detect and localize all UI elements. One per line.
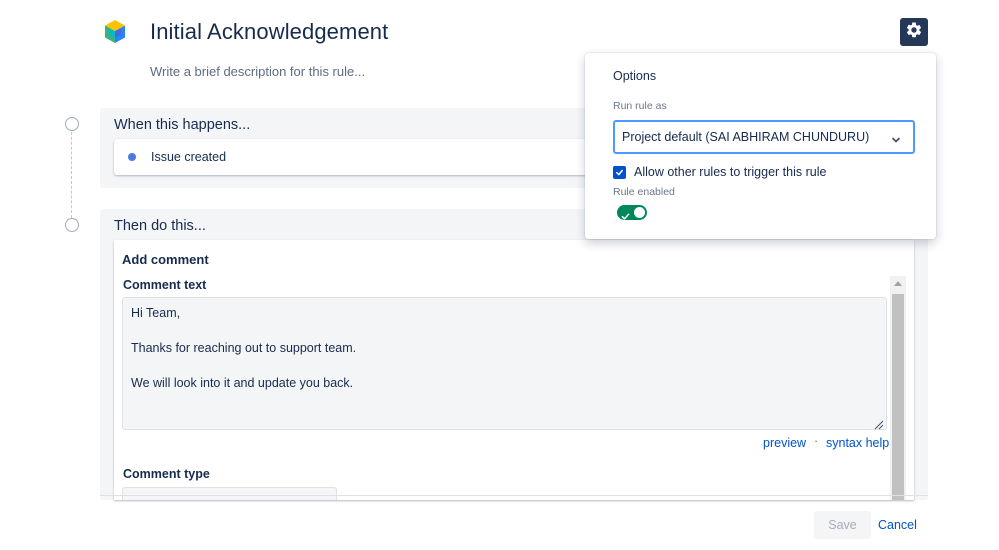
action-timeline-node: [65, 218, 79, 232]
action-scrollbar[interactable]: [890, 276, 906, 500]
comment-type-label: Comment type: [123, 467, 210, 481]
allow-trigger-label[interactable]: Allow other rules to trigger this rule: [634, 165, 826, 179]
toggle-check-icon: [621, 208, 630, 226]
rule-enabled-toggle[interactable]: [617, 205, 647, 220]
options-title: Options: [613, 69, 657, 83]
trigger-item-label: Issue created: [151, 150, 227, 164]
comment-line: Hi Team,: [131, 306, 181, 320]
checkmark-icon: [615, 164, 624, 182]
comment-text-label: Comment text: [123, 278, 207, 292]
preview-link[interactable]: preview: [763, 436, 806, 450]
save-button[interactable]: Save: [814, 511, 871, 539]
rule-options-button[interactable]: [900, 18, 928, 46]
trigger-timeline-node: [65, 117, 79, 131]
scroll-up-arrow-icon[interactable]: [894, 281, 902, 286]
action-section-title: Then do this...: [114, 218, 206, 234]
options-panel: Options Run rule as Project default (SAI…: [585, 53, 936, 239]
run-rule-as-select[interactable]: Project default (SAI ABHIRAM CHUNDURU): [613, 120, 915, 154]
resize-grip-icon[interactable]: [874, 417, 884, 430]
timeline-connector: [71, 132, 72, 218]
chevron-down-icon: [891, 132, 901, 150]
rule-editor-page: Initial Acknowledgement Write a brief de…: [0, 0, 999, 550]
cancel-button[interactable]: Cancel: [878, 518, 917, 532]
comment-textarea[interactable]: Hi Team, Thanks for reaching out to supp…: [122, 297, 887, 430]
scrollbar-thumb[interactable]: [892, 294, 904, 500]
trigger-status-dot: [128, 153, 136, 161]
toggle-knob: [634, 207, 645, 218]
allow-trigger-checkbox[interactable]: [613, 166, 626, 179]
automation-cube-icon: [100, 17, 130, 47]
run-rule-as-value: Project default (SAI ABHIRAM CHUNDURU): [622, 130, 870, 144]
run-rule-as-label: Run rule as: [613, 100, 667, 112]
action-title: Add comment: [122, 252, 209, 267]
comment-line: We will look into it and update you back…: [131, 376, 354, 390]
comment-line: Thanks for reaching out to support team.: [131, 341, 357, 355]
comment-type-select[interactable]: [122, 487, 337, 500]
rule-title[interactable]: Initial Acknowledgement: [150, 19, 388, 45]
trigger-section-title: When this happens...: [114, 117, 251, 133]
gear-icon: [905, 21, 923, 44]
rule-enabled-label: Rule enabled: [613, 186, 675, 198]
add-comment-card: Add comment Comment text Hi Team, Thanks…: [114, 240, 914, 500]
link-separator: ·: [814, 434, 819, 448]
footer-divider: [100, 495, 928, 496]
syntax-help-link[interactable]: syntax help: [826, 436, 889, 450]
rule-description-field[interactable]: Write a brief description for this rule.…: [150, 64, 365, 79]
